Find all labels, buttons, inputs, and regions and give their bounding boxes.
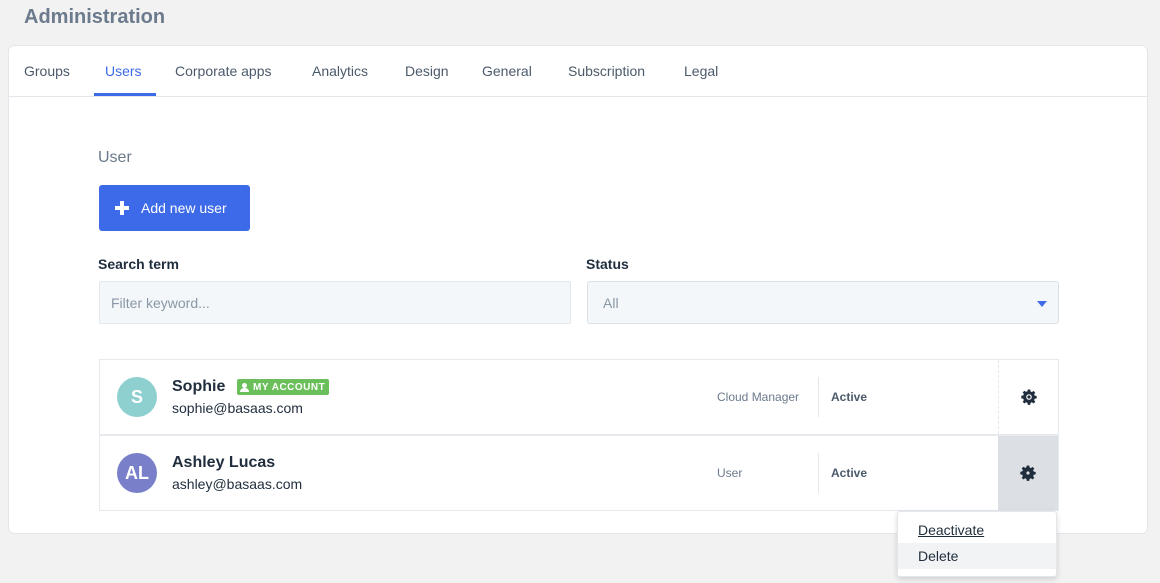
active-tab-indicator	[94, 93, 156, 96]
user-role: Cloud Manager	[717, 390, 800, 404]
caret-down-icon	[1037, 301, 1047, 307]
tab-bar: Groups Users Corporate apps Analytics De…	[9, 46, 1147, 97]
person-icon	[240, 382, 249, 392]
tab-corporate-apps[interactable]: Corporate apps	[175, 46, 272, 96]
menu-item-delete[interactable]: Delete	[898, 543, 1056, 569]
tab-design[interactable]: Design	[405, 46, 449, 96]
menu-item-deactivate[interactable]: Deactivate	[898, 517, 1056, 543]
section-title: User	[98, 149, 132, 166]
user-settings-button[interactable]	[998, 360, 1058, 434]
avatar: AL	[117, 453, 157, 493]
page-title: Administration	[24, 6, 166, 28]
status-label: Status	[586, 256, 629, 272]
column-divider	[818, 377, 819, 417]
plus-icon	[115, 201, 129, 215]
user-name: Ashley Lucas	[172, 454, 276, 471]
status-selected-value: All	[603, 294, 619, 311]
user-email: ashley@basaas.com	[172, 476, 303, 492]
my-account-badge: MY ACCOUNT	[237, 379, 330, 395]
user-status: Active	[831, 466, 868, 480]
tab-legal[interactable]: Legal	[684, 46, 718, 96]
gear-icon	[1020, 389, 1037, 405]
search-label: Search term	[98, 256, 179, 272]
status-select[interactable]: All	[587, 281, 1059, 324]
user-status: Active	[831, 390, 868, 404]
tab-subscription[interactable]: Subscription	[568, 46, 645, 96]
search-input[interactable]	[99, 281, 571, 324]
user-context-menu: Deactivate Delete	[897, 511, 1057, 577]
user-name: Sophie	[172, 378, 226, 395]
user-row[interactable]: AL Ashley Lucas ashley@basaas.com User A…	[99, 435, 1059, 511]
gear-icon	[1020, 465, 1036, 481]
user-role: User	[717, 466, 743, 480]
add-new-user-label: Add new user	[141, 200, 227, 216]
tab-analytics[interactable]: Analytics	[312, 46, 368, 96]
add-new-user-button[interactable]: Add new user	[99, 185, 250, 231]
admin-card: Groups Users Corporate apps Analytics De…	[8, 45, 1148, 534]
tab-users[interactable]: Users	[105, 46, 142, 96]
badge-label: MY ACCOUNT	[253, 381, 326, 393]
tab-general[interactable]: General	[482, 46, 532, 96]
column-divider	[818, 453, 819, 493]
user-email: sophie@basaas.com	[172, 400, 303, 416]
user-settings-button[interactable]	[998, 436, 1058, 510]
user-row[interactable]: S Sophie MY ACCOUNT sophie@basaas.com Cl…	[99, 359, 1059, 435]
avatar: S	[117, 377, 157, 417]
tab-groups[interactable]: Groups	[24, 46, 70, 96]
